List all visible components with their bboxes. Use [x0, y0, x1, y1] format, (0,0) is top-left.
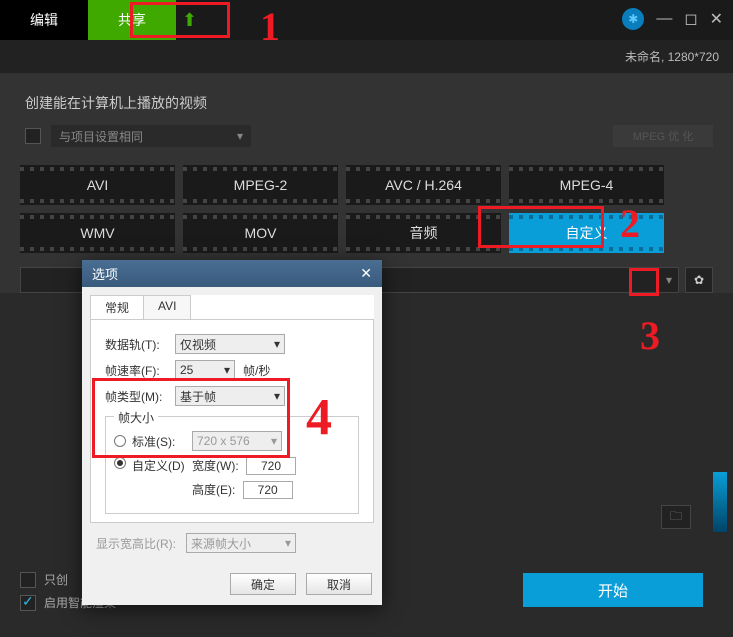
gear-icon: ✿: [694, 273, 704, 287]
standard-size-dropdown: 720 x 576 ▾: [192, 431, 282, 451]
tab-share[interactable]: 共享: [88, 0, 176, 40]
chevron-down-icon: ▾: [237, 129, 243, 143]
ok-button[interactable]: 确定: [230, 573, 296, 595]
globe-icon[interactable]: ✱: [622, 8, 644, 30]
format-avc[interactable]: AVC / H.264: [346, 165, 501, 205]
only-create-label: 只创: [44, 571, 68, 588]
annotation-number-3: 3: [640, 312, 660, 359]
chevron-down-icon: ▾: [666, 273, 672, 287]
section-title: 创建能在计算机上播放的视频: [25, 93, 713, 113]
start-button[interactable]: 开始: [523, 573, 703, 607]
data-track-value: 仅视频: [180, 336, 216, 353]
options-dialog: 选项 ✕ 常规 AVI 数据轨(T): 仅视频 ▾ 帧速率(F): 25 ▾ 帧/秒…: [82, 260, 382, 605]
upload-arrow-icon: ⬆: [182, 10, 197, 31]
fps-value: 25: [180, 363, 193, 377]
height-input[interactable]: 720: [243, 481, 293, 499]
smart-render-checkbox[interactable]: [20, 595, 36, 611]
format-mpeg4[interactable]: MPEG-4: [509, 165, 664, 205]
custom-label: 自定义(D): [132, 457, 192, 474]
project-preset-dropdown[interactable]: 与项目设置相同 ▾: [51, 125, 251, 147]
standard-label: 标准(S):: [132, 433, 192, 450]
frametype-dropdown[interactable]: 基于帧 ▾: [175, 386, 285, 406]
width-label: 宽度(W):: [192, 459, 239, 473]
format-mpeg2[interactable]: MPEG-2: [183, 165, 338, 205]
close-button[interactable]: ✕: [710, 9, 723, 29]
mpeg-optimize-button[interactable]: MPEG 优 化: [613, 125, 713, 147]
fps-label: 帧速率(F):: [105, 362, 175, 379]
chevron-down-icon: ▾: [274, 337, 280, 351]
side-indicator: [713, 472, 727, 532]
chevron-down-icon: ▾: [274, 389, 280, 403]
dialog-title: 选项: [92, 264, 118, 283]
gear-button[interactable]: ✿: [685, 267, 713, 293]
tab-edit[interactable]: 编辑: [0, 0, 88, 40]
project-same-checkbox[interactable]: [25, 128, 41, 144]
frametype-value: 基于帧: [180, 388, 216, 405]
height-label: 高度(E):: [192, 483, 235, 497]
maximize-button[interactable]: ◻: [684, 9, 697, 29]
framesize-fieldset: 帧大小 标准(S): 720 x 576▾ 自定义(D) 宽度(W): 720: [105, 416, 359, 514]
data-track-dropdown[interactable]: 仅视频 ▾: [175, 334, 285, 354]
dialog-tab-general[interactable]: 常规: [90, 295, 144, 319]
aspect-dropdown: 来源帧大小 ▾: [186, 533, 296, 553]
data-track-label: 数据轨(T):: [105, 336, 175, 353]
chevron-down-icon: ▾: [224, 363, 230, 377]
standard-radio[interactable]: [114, 435, 126, 447]
format-wmv[interactable]: WMV: [20, 213, 175, 253]
format-custom[interactable]: 自定义: [509, 213, 664, 253]
browse-folder-button[interactable]: 🗀: [661, 505, 691, 529]
status-bar: 未命名, 1280*720: [0, 40, 733, 73]
format-grid: AVI MPEG-2 AVC / H.264 MPEG-4 WMV MOV 音频…: [20, 165, 713, 253]
custom-radio[interactable]: [114, 457, 126, 469]
format-avi[interactable]: AVI: [20, 165, 175, 205]
only-create-checkbox[interactable]: [20, 572, 36, 588]
topbar: 编辑 共享 ⬆ ✱ — ◻ ✕: [0, 0, 733, 40]
minimize-button[interactable]: —: [656, 10, 672, 28]
fps-dropdown[interactable]: 25 ▾: [175, 360, 235, 380]
frametype-label: 帧类型(M):: [105, 388, 175, 405]
aspect-value: 来源帧大小: [191, 535, 251, 552]
standard-size-value: 720 x 576: [197, 434, 250, 448]
fps-unit: 帧/秒: [243, 362, 270, 379]
dialog-close-button[interactable]: ✕: [360, 265, 372, 282]
cancel-button[interactable]: 取消: [306, 573, 372, 595]
project-preset-label: 与项目设置相同: [59, 128, 143, 145]
format-mov[interactable]: MOV: [183, 213, 338, 253]
aspect-label: 显示宽高比(R):: [96, 535, 186, 552]
framesize-legend: 帧大小: [114, 409, 158, 426]
dialog-tab-avi[interactable]: AVI: [143, 295, 191, 319]
folder-icon: 🗀: [670, 507, 682, 528]
format-audio[interactable]: 音频: [346, 213, 501, 253]
chevron-down-icon: ▾: [271, 434, 277, 448]
chevron-down-icon: ▾: [285, 536, 291, 550]
width-input[interactable]: 720: [246, 457, 296, 475]
